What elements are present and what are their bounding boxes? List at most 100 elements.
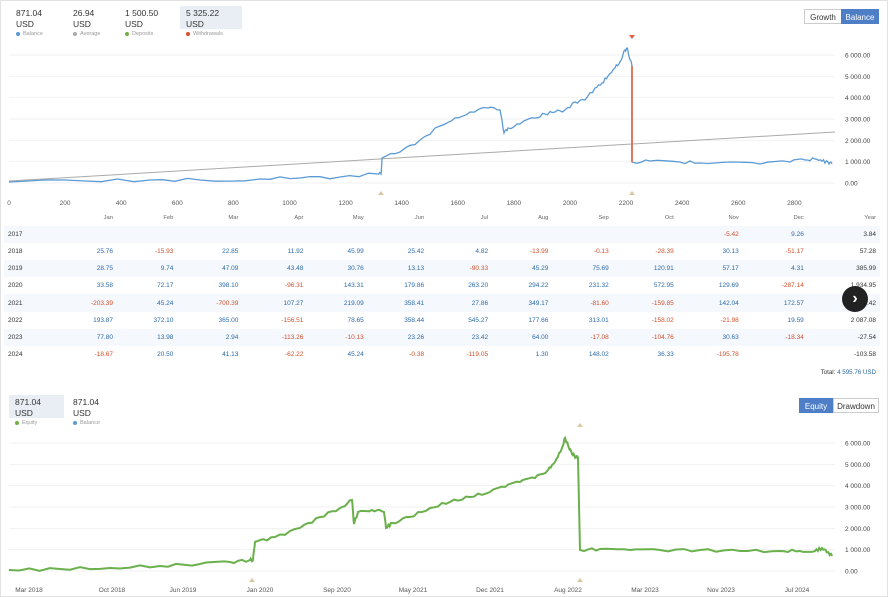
month-cell: -119.05 — [466, 350, 489, 358]
month-cell: 1.30 — [535, 350, 549, 358]
month-cell — [52, 226, 118, 244]
next-button[interactable]: › — [842, 286, 868, 312]
month-cell: -17.08 — [552, 328, 613, 346]
month-cell: 358.44 — [404, 316, 425, 324]
month-cell: 313.01 — [588, 316, 609, 324]
x-tick-label: 600 — [172, 200, 183, 207]
month-cell: 30.76 — [307, 260, 368, 278]
x-tick-label: 1000 — [282, 200, 297, 207]
month-cell: 23.42 — [428, 328, 493, 346]
x-tick-label: 1800 — [507, 200, 522, 207]
x-tick-label: 200 — [60, 200, 71, 207]
year-total-cell: 2 087.08 — [850, 316, 876, 324]
month-cell: 78.65 — [347, 316, 364, 324]
deposit-marker-icon — [378, 191, 384, 195]
month-cell: 57.17 — [677, 260, 743, 278]
x-tick-label: 2200 — [619, 200, 634, 207]
month-cell: -10.13 — [307, 328, 368, 346]
withdrawal-marker-icon — [629, 35, 635, 39]
month-cell: 20.50 — [157, 350, 174, 358]
table-row: 2019 28.75 9.74 47.09 43.48 30.76 13.13 -90.33 4… — [4, 260, 880, 278]
month-cell: 129.69 — [718, 282, 739, 290]
x-tick-label: 800 — [228, 200, 239, 207]
month-cell: -0.38 — [409, 350, 425, 358]
month-cell: 25.42 — [407, 248, 425, 256]
month-cell: 43.48 — [242, 260, 308, 278]
month-cell: 219.09 — [307, 294, 368, 312]
month-cell: -5.42 — [677, 226, 743, 244]
month-cell: -159.85 — [612, 294, 678, 312]
month-cell: 172.57 — [742, 294, 808, 312]
month-header: Year — [864, 214, 876, 221]
stat-label: Equity — [22, 420, 38, 426]
month-cell: -158.02 — [651, 316, 674, 324]
month-cell: 142.04 — [677, 294, 743, 312]
x-tick-label: 1200 — [338, 200, 353, 207]
month-cell: 45.29 — [492, 260, 553, 278]
x-tick-label: 2400 — [675, 200, 690, 207]
y-tick-label: 4 000.00 — [845, 95, 871, 102]
month-cell — [492, 226, 553, 244]
month-cell — [552, 226, 613, 244]
x-tick-label: 1600 — [451, 200, 466, 207]
total-label: Total: — [820, 369, 836, 376]
month-cell: -203.39 — [52, 294, 118, 312]
month-cell: 41.13 — [222, 350, 239, 358]
month-cell: -21.98 — [720, 316, 739, 324]
month-header: Feb — [163, 214, 174, 221]
x-tick-label: 2600 — [731, 200, 746, 207]
total-row: Total: 4 595.76 USD — [821, 369, 876, 376]
table-row: 2020 33.58 72.17 398.10 -96.31 143.31 179.86 26… — [4, 277, 880, 294]
table-row: 2017 -5.42 9.26 3.84 — [4, 226, 880, 244]
equity-button[interactable]: Equity — [799, 398, 833, 413]
month-cell: 263.20 — [468, 282, 489, 290]
month-cell — [428, 226, 493, 244]
monthly-returns-table: Jan Feb Mar Apr May Jun Jul Aug Sep Oct Nov Dec Year… — [4, 209, 880, 363]
year-cell: 2020 — [8, 282, 23, 290]
month-header: Sep — [598, 214, 609, 221]
month-cell — [367, 226, 429, 244]
month-cell: -18.67 — [94, 350, 114, 358]
year-cell: 2024 — [8, 350, 23, 358]
month-cell: -13.99 — [529, 248, 549, 256]
drawdown-button[interactable]: Drawdown — [833, 398, 879, 413]
x-axis-labels: 0 200 400 600 800 1000 1200 1400 1600 1800 2000 220… — [7, 200, 802, 207]
table-header: Jan Feb Mar Apr May Jun Jul Aug Sep Oct Nov Dec Year — [4, 209, 880, 226]
stat-value: 871.04 USD — [73, 397, 99, 418]
stat-label: Balance — [80, 420, 100, 426]
month-header: Dec — [793, 214, 804, 221]
year-total-cell: -27.54 — [807, 328, 880, 346]
month-cell: 13.13 — [367, 260, 429, 278]
y-tick-label: 6 000.00 — [845, 53, 871, 60]
total-value: 4 595.76 USD — [837, 369, 876, 376]
stat-equity[interactable]: 871.04 USD Equity — [9, 395, 64, 426]
month-cell: 358.41 — [367, 294, 429, 312]
x-tick-label: 0 — [7, 200, 11, 207]
month-cell: -287.14 — [781, 282, 804, 290]
table-row: 2023 77.80 13.98 2.94 -113.26 -10.13 23.26 23.4… — [4, 328, 880, 346]
month-cell: 64.00 — [492, 328, 553, 346]
month-cell: 179.86 — [404, 282, 425, 290]
month-cell — [743, 346, 808, 363]
month-cell: 22.85 — [222, 248, 239, 256]
month-cell: 372.10 — [153, 316, 174, 324]
month-cell: 45.24 — [117, 294, 178, 312]
stat-balance-2[interactable]: 871.04 USD Balance — [67, 395, 122, 426]
table-row: 2022 193.87 372.10 365.00 -156.51 78.65 358.44… — [4, 312, 880, 329]
month-cell: -90.33 — [428, 260, 493, 278]
month-cell: 107.27 — [242, 294, 308, 312]
year-cell: 2018 — [8, 248, 23, 256]
month-cell: 120.91 — [612, 260, 678, 278]
month-cell: -104.76 — [612, 328, 678, 346]
month-cell: -18.34 — [742, 328, 808, 346]
month-header: May — [352, 214, 364, 221]
y-tick-label: 1 000.00 — [845, 159, 871, 166]
month-cell: 148.02 — [588, 350, 609, 358]
month-cell: 294.22 — [528, 282, 549, 290]
month-cell: 28.75 — [52, 260, 118, 278]
year-cell: 2019 — [4, 260, 52, 278]
month-cell — [307, 226, 368, 244]
month-cell — [117, 226, 178, 244]
month-cell: -113.26 — [242, 328, 308, 346]
month-cell: 75.69 — [552, 260, 613, 278]
